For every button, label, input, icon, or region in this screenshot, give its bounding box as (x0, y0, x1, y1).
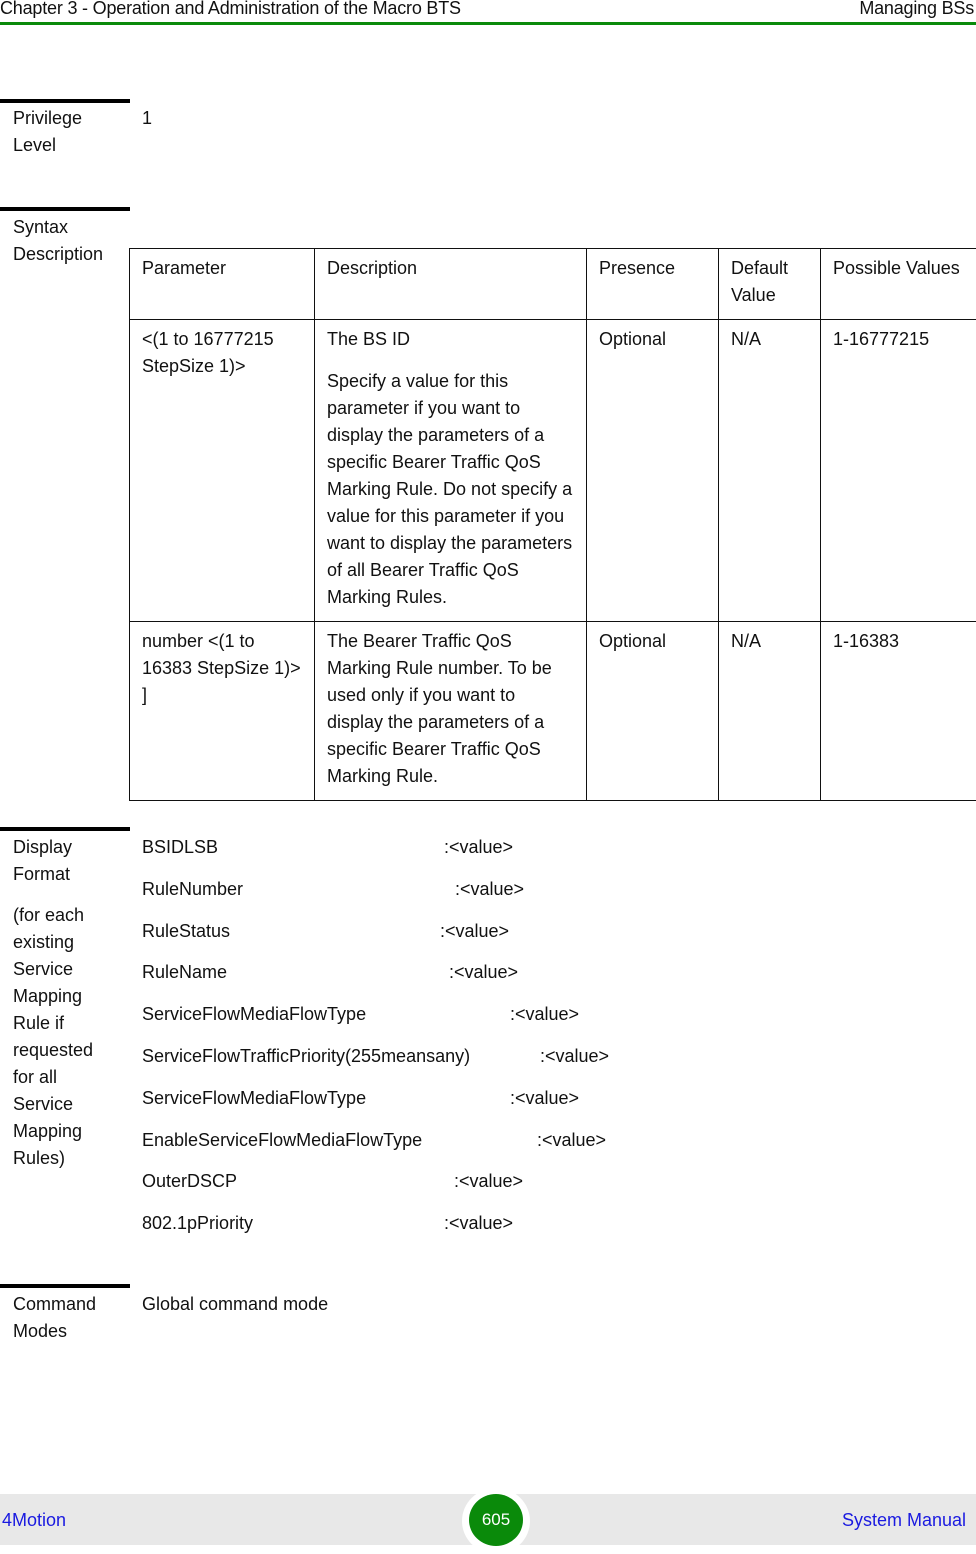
section-divider (0, 827, 130, 831)
description-line: Specify a value for this parameter if yo… (327, 368, 575, 611)
cell-default-value: N/A (719, 320, 821, 622)
page-number-badge: 605 (469, 1494, 523, 1546)
column-header-description: Description (315, 249, 587, 320)
field-name: RuleStatus (142, 918, 230, 945)
cell-default-value: N/A (719, 622, 821, 801)
field-value: :<value> (510, 1001, 579, 1028)
field-value: :<value> (510, 1085, 579, 1112)
field-name: ServiceFlowMediaFlowType (142, 1085, 366, 1112)
cell-description: The BS ID Specify a value for this param… (315, 320, 587, 622)
description-line: The Bearer Traffic QoS Marking Rule numb… (327, 628, 575, 790)
label-line: Rules) (13, 1145, 93, 1172)
display-format-label: Display Format (for each existing Servic… (13, 834, 93, 1172)
table-header-row: Parameter Description Presence Default V… (130, 249, 976, 320)
cell-possible-values: 1-16777215 (821, 320, 976, 622)
page-header: Chapter 3 - Operation and Administration… (0, 0, 976, 25)
label-line: Modes (13, 1318, 96, 1345)
syntax-description-label: Syntax Description (13, 214, 103, 268)
label-line: Rule if (13, 1010, 93, 1037)
label-line: Mapping (13, 983, 93, 1010)
label-line: Format (13, 861, 93, 888)
privilege-level-value: 1 (142, 105, 152, 132)
command-modes-value: Global command mode (142, 1291, 328, 1318)
field-name: OuterDSCP (142, 1168, 237, 1195)
syntax-parameters-table: Parameter Description Presence Default V… (129, 248, 976, 801)
field-value: :<value> (449, 959, 518, 986)
manual-name: System Manual (842, 1510, 966, 1531)
label-line: existing (13, 929, 93, 956)
field-name: RuleNumber (142, 876, 243, 903)
section-divider (0, 99, 130, 103)
field-value: :<value> (444, 1210, 513, 1237)
field-value: :<value> (537, 1127, 606, 1154)
label-line: requested (13, 1037, 93, 1064)
description-line: The BS ID (327, 326, 575, 353)
field-value: :<value> (440, 918, 509, 945)
field-value: :<value> (540, 1043, 609, 1070)
cell-presence: Optional (587, 320, 719, 622)
label-line: Service (13, 956, 93, 983)
section-divider (0, 207, 130, 211)
column-header-presence: Presence (587, 249, 719, 320)
cell-description: The Bearer Traffic QoS Marking Rule numb… (315, 622, 587, 801)
command-modes-label: Command Modes (13, 1291, 96, 1345)
field-value: :<value> (455, 876, 524, 903)
field-value: :<value> (444, 834, 513, 861)
field-name: EnableServiceFlowMediaFlowType (142, 1127, 422, 1154)
table-row: number <(1 to 16383 StepSize 1)> ] The B… (130, 622, 976, 801)
field-value: :<value> (454, 1168, 523, 1195)
section-divider (0, 1284, 130, 1288)
product-name: 4Motion (2, 1510, 66, 1531)
label-line: (for each (13, 902, 93, 929)
cell-parameter: number <(1 to 16383 StepSize 1)> ] (130, 622, 315, 801)
field-name: BSIDLSB (142, 834, 218, 861)
label-line: Mapping (13, 1118, 93, 1145)
label-line: Description (13, 241, 103, 268)
field-name: ServiceFlowMediaFlowType (142, 1001, 366, 1028)
field-name: ServiceFlowTrafficPriority(255meansany) (142, 1043, 470, 1070)
label-line: Service (13, 1091, 93, 1118)
label-line: Level (13, 132, 82, 159)
column-header-parameter: Parameter (130, 249, 315, 320)
label-line: for all (13, 1064, 93, 1091)
label-line: Display (13, 834, 93, 861)
label-line: Syntax (13, 214, 103, 241)
section-title: Managing BSs (859, 0, 974, 19)
field-name: 802.1pPriority (142, 1210, 253, 1237)
label-line: Privilege (13, 105, 82, 132)
cell-presence: Optional (587, 622, 719, 801)
field-name: RuleName (142, 959, 227, 986)
table-row: <(1 to 16777215 StepSize 1)> The BS ID S… (130, 320, 976, 622)
label-line: Command (13, 1291, 96, 1318)
cell-parameter: <(1 to 16777215 StepSize 1)> (130, 320, 315, 622)
column-header-possible-values: Possible Values (821, 249, 976, 320)
privilege-level-label: Privilege Level (13, 105, 82, 159)
chapter-title: Chapter 3 - Operation and Administration… (0, 0, 461, 19)
cell-possible-values: 1-16383 (821, 622, 976, 801)
column-header-default-value: Default Value (719, 249, 821, 320)
